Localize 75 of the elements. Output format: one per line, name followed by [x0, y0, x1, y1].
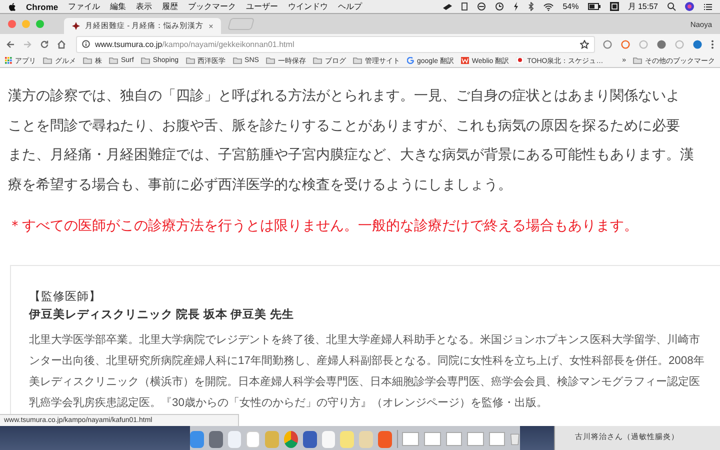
dock-app-icon[interactable]: [208, 430, 223, 448]
dock-app-icon[interactable]: [322, 430, 336, 448]
dock-app-icon[interactable]: [284, 430, 298, 448]
site-icon: [72, 22, 80, 30]
app-menu-title[interactable]: Chrome: [26, 2, 58, 12]
menu-item[interactable]: 編集: [110, 1, 126, 12]
minimized-window-thumbnail[interactable]: [424, 432, 441, 446]
article-text-line: 療を希望する場合も、事前に必ず西洋医学的な検査を受けるようにしましょう。: [8, 174, 513, 194]
dock-app-icon[interactable]: [228, 430, 242, 448]
article-text-line: また、月経痛・月経困難症では、子宮筋腫や子宮内膜症など、大きな病気が背景にある可能性もあります。漢: [8, 145, 695, 164]
battery-icon: [588, 3, 601, 10]
weblio-logo-icon: [460, 57, 469, 64]
apple-icon: [8, 2, 16, 11]
close-tab-button[interactable]: ×: [208, 22, 214, 30]
folder-icon: [83, 57, 92, 64]
history-clock-icon: [494, 2, 504, 11]
folder-icon: [140, 57, 150, 64]
siri-icon: [685, 2, 694, 11]
menu-item[interactable]: 履歴: [162, 1, 178, 12]
bio-text-line: ンター出向後、北里研究所病院産婦人科に17年間勤務し、産婦人科副部長となる。同院に女性科を立ち上げ、女性科部長を併任。2008年: [29, 354, 706, 368]
apps-grid-icon: [5, 57, 12, 64]
doctor-name: 伊豆美レディスクリニック 院長 坂本 伊豆美 先生: [29, 307, 295, 322]
wifi-icon: [542, 2, 554, 10]
zoom-window-button[interactable]: [36, 20, 44, 28]
close-window-button[interactable]: [8, 20, 16, 28]
list-icon: [703, 2, 712, 10]
dock-app-icon[interactable]: [190, 430, 204, 448]
menu-item[interactable]: ヘルプ: [338, 1, 362, 12]
menu-item[interactable]: ユーザー: [246, 1, 278, 12]
folder-icon: [186, 57, 195, 64]
battery-percent: 54%: [562, 2, 579, 11]
bio-text-line: 美レディスクリニック（横浜市）を開院。日本産婦人科学会専門医、日本細胞診学会専門医、癌学会会員、検診マンモグラフィー認定医: [29, 374, 701, 390]
minimized-window-thumbnail[interactable]: [402, 432, 420, 446]
search-icon: [667, 2, 676, 11]
folder-icon: [109, 57, 118, 64]
minimized-window-thumbnail[interactable]: [488, 432, 506, 446]
dock-app-icon[interactable]: [302, 430, 317, 448]
disclaimer-note: ＊すべての医師がこの診療方法を行うとは限りません。一般的な診療だけで終える場合もあります。: [8, 216, 639, 235]
bolt-icon: [512, 2, 519, 11]
address-bar[interactable]: www.tsumura.co.jp/kampo/nayami/gekkeikonnan01.html: [76, 36, 595, 52]
back-arrow-icon[interactable]: [6, 40, 15, 48]
clipboard-icon: [460, 2, 468, 11]
minimized-window-thumbnail[interactable]: [467, 432, 484, 446]
dock-app-icon[interactable]: [378, 430, 392, 448]
url-text: www.tsumura.co.jp/kampo/nayami/gekkeikonnan01.html: [95, 40, 296, 48]
article-text-line: 漢方の診察では、独自の「四診」と呼ばれる方法がとられます。一見、ご自身の症状とはあまり関係ないよ: [8, 86, 681, 105]
new-tab-button[interactable]: [228, 18, 255, 30]
folder-icon: [312, 57, 322, 64]
trash-icon: [510, 431, 520, 447]
minimize-window-button[interactable]: [22, 20, 30, 28]
supervisor-heading: 【監修医師】: [29, 290, 102, 304]
toho-logo-icon: [516, 57, 524, 64]
reload-icon[interactable]: [40, 40, 49, 48]
folder-icon: [633, 57, 642, 64]
menu-item[interactable]: ファイル: [68, 1, 100, 12]
info-icon: [82, 40, 90, 48]
minimized-window-thumbnail[interactable]: [446, 432, 462, 446]
article-text-line: ことを問診で尋ねたり、お腹や舌、脈を診たりすることがありますが、これも病気の原因を探るために必要: [8, 116, 681, 134]
menubar-clock[interactable]: 月 15:57: [628, 1, 658, 12]
folder-icon: [232, 57, 242, 64]
menu-item[interactable]: ブックマーク: [188, 1, 236, 12]
home-icon[interactable]: [57, 40, 66, 48]
bluetooth-icon: [528, 2, 534, 11]
more-menu-icon[interactable]: [711, 40, 714, 48]
menu-item[interactable]: ウインドウ: [288, 1, 328, 12]
dock-app-icon[interactable]: [246, 430, 260, 448]
bio-text-line: 北里大学医学部卒業。北里大学病院でレジデントを終了後、北里大学産婦人科助手となる。米国ジョンホプキンス医科大学留学、川崎市: [29, 332, 701, 348]
bio-text-line: 乳癌学会乳房疾患認定医。『30歳からの「女性のからだ」の守り方』（オレンジページ）を監修・出版。: [29, 396, 548, 410]
google-g-icon: [406, 57, 414, 64]
forward-arrow-icon[interactable]: [23, 40, 32, 48]
folder-icon: [43, 57, 52, 64]
star-icon[interactable]: [580, 40, 589, 48]
folder-icon: [266, 57, 275, 64]
folder-icon: [352, 57, 362, 64]
menu-item[interactable]: 表示: [136, 1, 152, 12]
